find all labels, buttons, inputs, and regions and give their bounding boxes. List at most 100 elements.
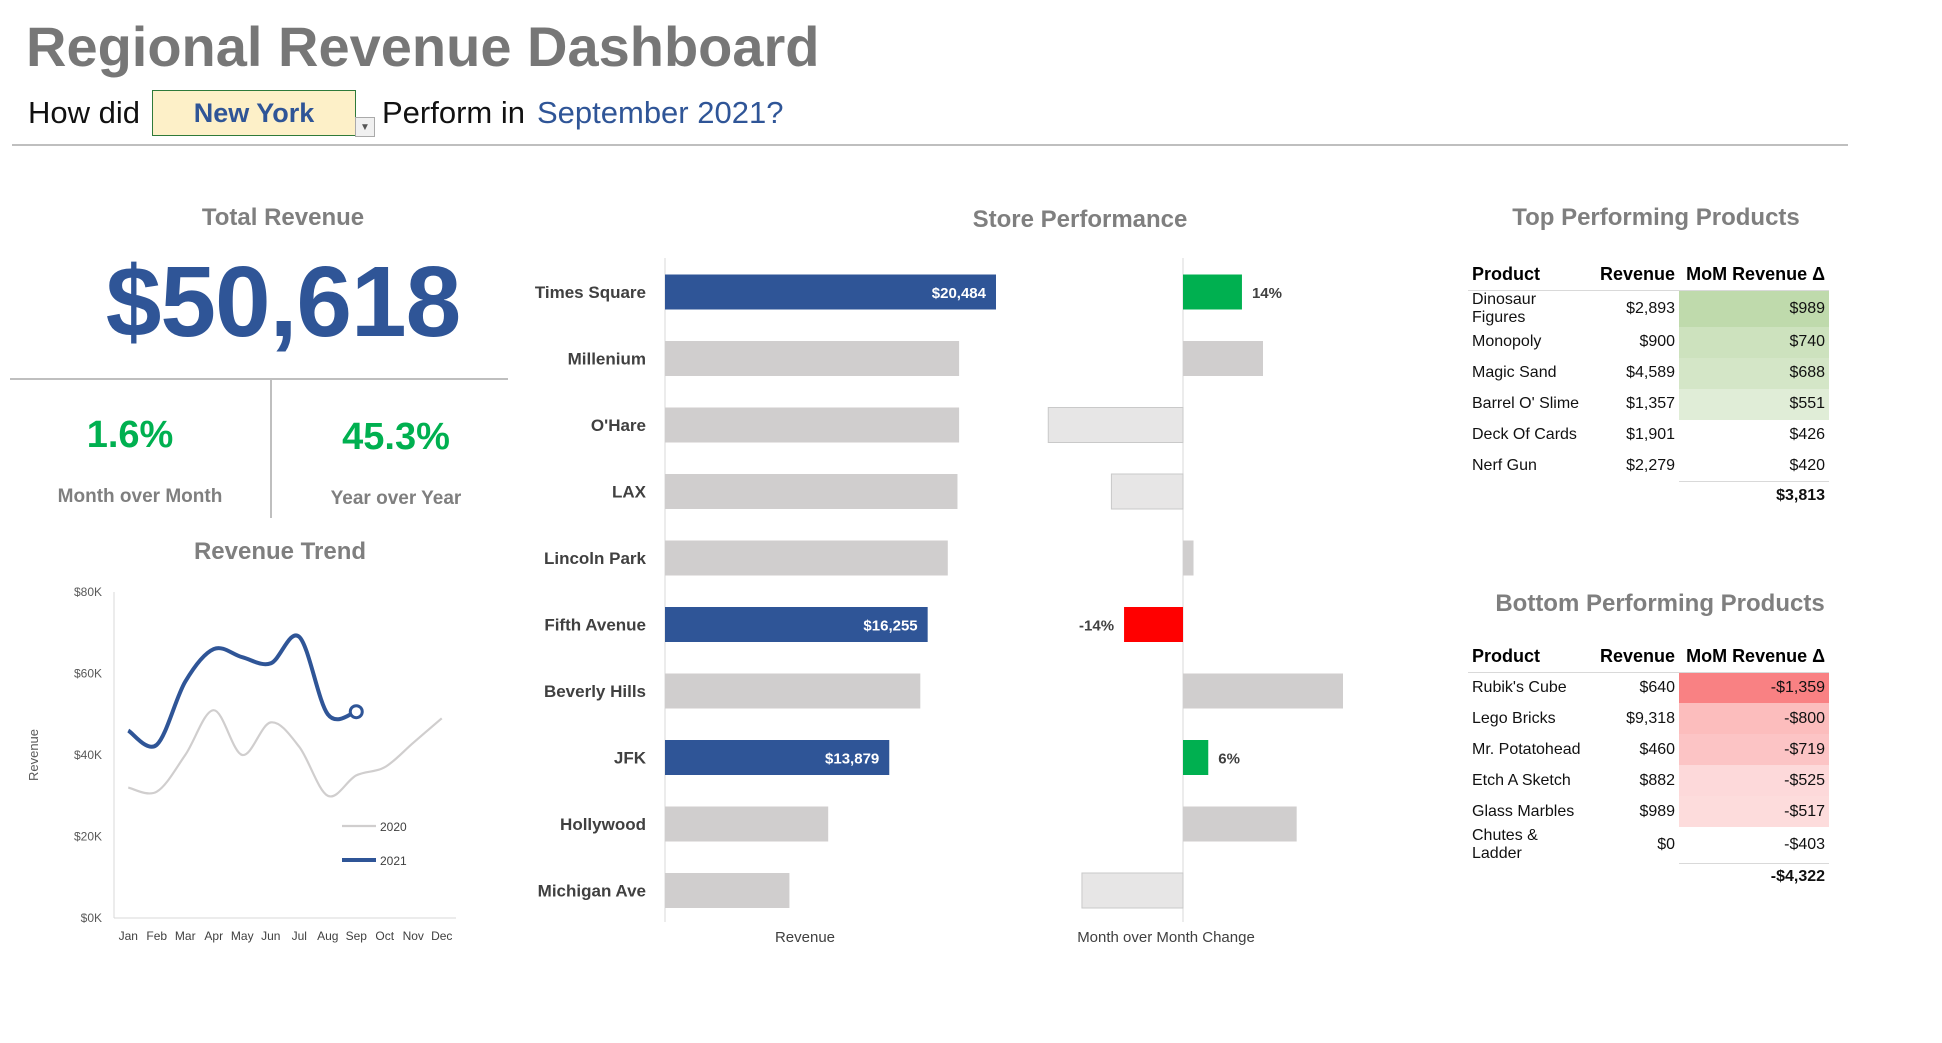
product-cell: Etch A Sketch (1472, 771, 1571, 789)
mom-data-label: -14% (1079, 618, 1114, 635)
x-tick-label: May (231, 929, 254, 943)
y-tick-label: $20K (74, 830, 102, 844)
mom-bar (1183, 740, 1209, 775)
total-mom-delta: -$4,322 (1679, 862, 1830, 891)
table-header-row: Product Revenue MoM Revenue Δ (1468, 260, 1830, 291)
total-row: $3,813 (1468, 481, 1830, 510)
top-products-table: Product Revenue MoM Revenue Δ Dinosaur F… (1468, 260, 1830, 510)
top-products-title: Top Performing Products (1512, 204, 1800, 231)
store-performance-title: Store Performance (972, 206, 1188, 233)
y-tick-label: $60K (74, 667, 102, 681)
table-row: Dinosaur Figures $2,893 $989 (1468, 290, 1830, 327)
revenue-cell: $2,279 (1626, 457, 1676, 474)
table-row: Lego Bricks $9,318 -$800 (1468, 703, 1830, 734)
product-cell: Nerf Gun (1472, 457, 1537, 474)
revenue-bar (665, 806, 829, 842)
revenue-data-label: $16,255 (863, 618, 917, 635)
mom-delta-cell: -$800 (1679, 703, 1830, 734)
revenue-cell: $0 (1657, 836, 1676, 853)
table-row: Rubik's Cube $640 -$1,359 (1468, 672, 1830, 703)
mom-value: 1.6% (86, 414, 174, 456)
revenue-bar (665, 873, 790, 908)
product-cell: Lego Bricks (1472, 709, 1556, 727)
store-label: Lincoln Park (544, 549, 647, 568)
question-prefix: How did (28, 95, 140, 130)
column-header-revenue: Revenue (1596, 642, 1680, 673)
x-tick-label: Mar (175, 929, 196, 943)
mom-bar (1183, 540, 1194, 576)
column-header-mom-delta: MoM Revenue Δ (1679, 260, 1830, 291)
y-tick-label: $40K (74, 748, 102, 762)
city-select-value: New York (193, 97, 315, 128)
table-row: Magic Sand $4,589 $688 (1468, 357, 1830, 389)
revenue-cell: $460 (1639, 740, 1676, 758)
revenue-cell: $2,893 (1626, 299, 1676, 317)
revenue-trend-chart: Revenue $0K $20K $40K $60K $80K Jan Feb Mar Apr Ma… (26, 585, 456, 943)
mom-bar (1124, 607, 1183, 642)
y-tick-label: $0K (81, 911, 102, 925)
column-header-mom-delta: MoM Revenue Δ (1679, 642, 1830, 673)
mom-bar (1081, 872, 1184, 909)
store-label: Millenium (568, 350, 646, 369)
store-label: Times Square (535, 283, 646, 302)
revenue-cell: $989 (1639, 802, 1676, 820)
yoy-label: Year over Year (330, 488, 462, 509)
column-header-revenue: Revenue (1596, 260, 1680, 291)
product-cell: Deck Of Cards (1472, 426, 1577, 443)
series-end-marker (348, 704, 364, 720)
y-tick-label: $80K (74, 585, 102, 599)
mom-delta-cell: $688 (1679, 357, 1830, 389)
table-row: Etch A Sketch $882 -$525 (1468, 765, 1830, 796)
product-cell: Monopoly (1472, 333, 1542, 350)
column-header-product: Product (1468, 260, 1596, 291)
yoy-value: 45.3% (342, 416, 450, 458)
store-label: LAX (612, 483, 647, 502)
revenue-cell: $882 (1639, 771, 1676, 789)
kpi-divider (10, 378, 508, 380)
table-row: Barrel O' Slime $1,357 $551 (1468, 388, 1830, 420)
mom-bar (1183, 673, 1343, 709)
x-tick-label: Dec (431, 929, 452, 943)
mom-delta-cell: -$1,359 (1679, 672, 1830, 703)
revenue-data-label: $13,879 (825, 751, 879, 768)
bottom-products-title: Bottom Performing Products (1495, 590, 1825, 617)
revenue-cell: $900 (1639, 333, 1676, 350)
x-tick-label: Oct (375, 929, 394, 943)
series-line-2021 (127, 633, 357, 749)
mom-delta-cell: $989 (1679, 290, 1830, 327)
city-select[interactable]: New York ▼ (152, 90, 375, 137)
mom-delta-cell: -$719 (1679, 734, 1830, 765)
product-cell: Magic Sand (1472, 364, 1557, 381)
x-tick-label: Jun (261, 929, 280, 943)
kpi-vertical-divider (270, 380, 272, 518)
revenue-cell: $4,589 (1626, 364, 1676, 381)
mom-delta-cell: -$525 (1679, 765, 1830, 796)
mom-delta-cell: $740 (1679, 326, 1830, 358)
chevron-down-icon[interactable]: ▼ (355, 117, 375, 137)
x-tick-label: Aug (317, 929, 338, 943)
revenue-cell: $9,318 (1626, 709, 1676, 727)
table-row: Chutes & Ladder $0 -$403 (1468, 827, 1829, 863)
x-tick-label: Jul (292, 929, 307, 943)
period-label: September 2021? (536, 95, 784, 130)
table-row: Glass Marbles $989 -$517 (1468, 796, 1830, 827)
revenue-cell: $640 (1639, 678, 1676, 696)
revenue-trend-title: Revenue Trend (193, 538, 367, 565)
question-line: How did New York ▼ Perform in September … (28, 90, 784, 137)
question-middle: Perform in (382, 95, 525, 130)
table-row: Mr. Potatohead $460 -$719 (1468, 734, 1830, 765)
store-label: Michigan Ave (538, 882, 646, 901)
product-cell: Mr. Potatohead (1472, 740, 1581, 758)
revenue-bar (665, 540, 948, 576)
header-divider (12, 144, 1848, 146)
store-performance-chart: Times Square $20,484 14% Millenium O'Hare LAX… (535, 258, 1343, 946)
mom-bar (1183, 274, 1242, 310)
x-tick-label: Jan (119, 929, 138, 943)
series-line-2020 (127, 709, 443, 798)
mom-delta-cell: $420 (1789, 456, 1826, 474)
product-cell: Chutes & Ladder (1472, 827, 1538, 862)
mom-bar (1047, 407, 1184, 443)
mom-data-label: 14% (1252, 285, 1282, 302)
total-revenue-title: Total Revenue (201, 204, 365, 231)
table-header-row: Product Revenue MoM Revenue Δ (1468, 642, 1830, 673)
